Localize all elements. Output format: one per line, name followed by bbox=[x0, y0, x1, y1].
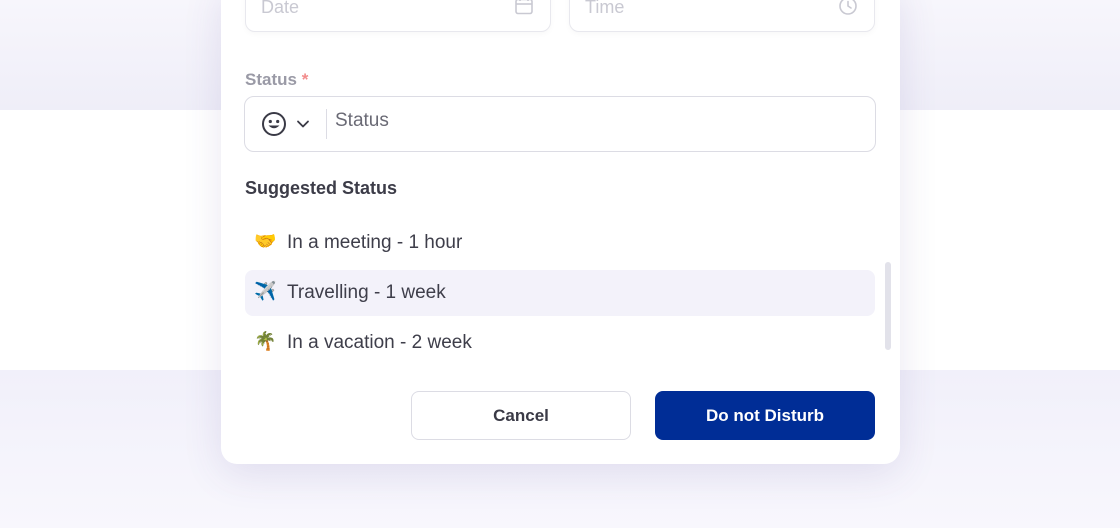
status-dialog: Date Time Status * Status Suggested Stat… bbox=[221, 0, 900, 464]
suggested-status-label: In a vacation - 2 week bbox=[287, 332, 472, 353]
status-field bbox=[244, 96, 876, 152]
suggested-status-meeting[interactable]: 🤝 In a meeting - 1 hour bbox=[245, 220, 875, 266]
required-mark: * bbox=[301, 70, 309, 89]
time-placeholder: Time bbox=[585, 0, 625, 17]
list-scrollbar[interactable] bbox=[885, 262, 891, 350]
airplane-icon: ✈️ bbox=[254, 281, 277, 302]
do-not-disturb-button[interactable]: Do not Disturb bbox=[655, 391, 875, 440]
palm-tree-icon: 🌴 bbox=[254, 331, 277, 352]
field-divider bbox=[326, 109, 327, 139]
date-time-row: Date Time bbox=[245, 0, 876, 32]
cancel-button[interactable]: Cancel bbox=[411, 391, 631, 440]
status-label: Status * bbox=[245, 70, 308, 90]
calendar-icon[interactable] bbox=[514, 0, 534, 16]
suggested-status-heading: Suggested Status bbox=[245, 178, 398, 198]
time-field[interactable]: Time bbox=[569, 0, 875, 32]
suggested-status-label: Travelling - 1 week bbox=[287, 282, 446, 303]
chevron-down-icon bbox=[297, 120, 309, 128]
date-placeholder: Date bbox=[261, 0, 300, 17]
status-input[interactable] bbox=[335, 110, 855, 132]
suggested-status-vacation[interactable]: 🌴 In a vacation - 2 week bbox=[245, 320, 875, 366]
suggested-status-travelling[interactable]: ✈️ Travelling - 1 week bbox=[245, 270, 875, 316]
emoji-picker-button[interactable] bbox=[261, 111, 317, 139]
suggested-status-list: 🤝 In a meeting - 1 hour ✈️ Travelling - … bbox=[245, 220, 875, 370]
handshake-icon: 🤝 bbox=[254, 231, 277, 252]
smiley-icon bbox=[262, 112, 286, 136]
date-field[interactable]: Date bbox=[245, 0, 551, 32]
suggested-status-label: In a meeting - 1 hour bbox=[287, 232, 463, 253]
status-label-text: Status bbox=[245, 70, 297, 89]
clock-icon[interactable] bbox=[838, 0, 858, 16]
